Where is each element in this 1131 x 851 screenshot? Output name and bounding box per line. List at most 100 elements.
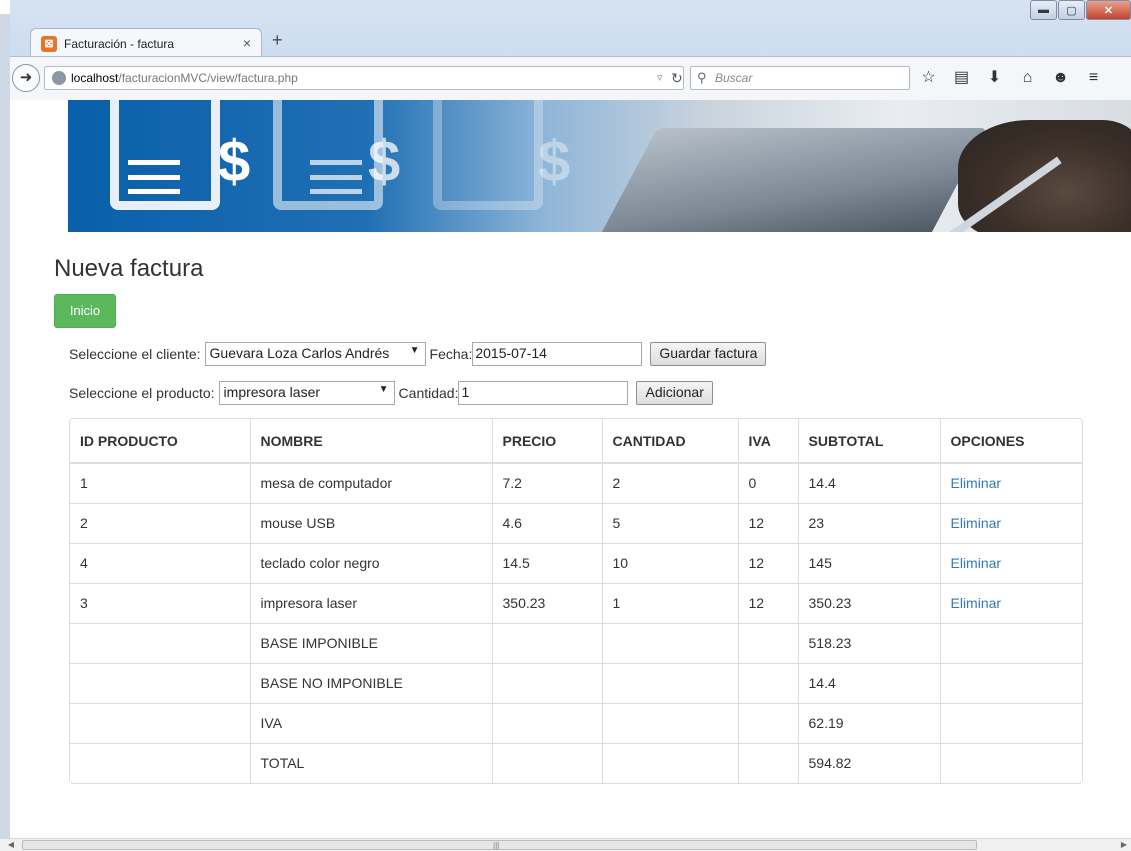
cell-opciones: Eliminar <box>940 462 1082 503</box>
cell-subtotal: 23 <box>798 502 941 543</box>
globe-icon <box>52 71 66 85</box>
tab-title: Facturación - factura <box>64 37 175 51</box>
scroll-right-icon[interactable]: ▶ <box>1117 839 1131 851</box>
cantidad-input[interactable]: 1 <box>458 381 629 405</box>
cell-opciones: Eliminar <box>940 542 1082 583</box>
empty-cell <box>940 622 1082 663</box>
home-icon[interactable]: ⌂ <box>1014 66 1041 90</box>
maximize-button[interactable]: ▢ <box>1058 0 1085 20</box>
download-icon[interactable]: ⬇ <box>981 66 1008 90</box>
producto-value: impresora laser <box>223 384 321 400</box>
cell-iva: 12 <box>738 502 799 543</box>
eliminar-link[interactable]: Eliminar <box>951 555 1002 571</box>
url-path: /facturacionMVC/view/factura.php <box>118 71 298 85</box>
producto-select[interactable]: impresora laser ▼ <box>218 381 395 405</box>
window-frame <box>0 14 10 838</box>
header-opciones: OPCIONES <box>940 419 1082 464</box>
cell-precio: 7.2 <box>492 462 603 503</box>
close-window-button[interactable]: ✕ <box>1086 0 1131 20</box>
chevron-down-icon: ▼ <box>378 384 389 395</box>
cantidad-label: Cantidad: <box>398 385 459 401</box>
reload-icon[interactable]: ↻ <box>671 70 683 87</box>
total-label: BASE NO IMPONIBLE <box>250 662 493 703</box>
url-bar[interactable]: localhost/facturacionMVC/view/factura.ph… <box>44 66 684 90</box>
reading-list-icon[interactable]: ▤ <box>948 66 975 90</box>
cell-subtotal: 350.23 <box>798 582 941 623</box>
invoice-table: ID PRODUCTO NOMBRE PRECIO CANTIDAD IVA S… <box>69 418 1083 784</box>
cell-id: 4 <box>70 542 251 583</box>
browser-tab[interactable]: ⊠ Facturación - factura × <box>30 28 262 58</box>
laptop-image <box>598 128 988 232</box>
minimize-button[interactable]: ▬ <box>1030 0 1057 20</box>
eliminar-link[interactable]: Eliminar <box>951 475 1002 491</box>
cell-opciones: Eliminar <box>940 582 1082 623</box>
window-controls: ▬ ▢ ✕ <box>1029 0 1131 22</box>
empty-cell <box>602 702 739 743</box>
table-row: 4 teclado color negro 14.5 10 12 145 Eli… <box>70 542 1082 583</box>
back-arrow-icon[interactable]: ➜ <box>12 64 40 92</box>
cell-id: 3 <box>70 582 251 623</box>
empty-cell <box>602 742 739 783</box>
producto-row: Seleccione el producto: impresora laser … <box>69 381 713 405</box>
close-tab-icon[interactable]: × <box>243 35 251 51</box>
horizontal-scrollbar[interactable]: ◀ ||| ▶ <box>0 838 1131 851</box>
guardar-factura-button[interactable]: Guardar factura <box>650 342 767 366</box>
empty-cell <box>492 702 603 743</box>
cliente-select[interactable]: Guevara Loza Carlos Andrés ▼ <box>204 342 426 366</box>
browser-chrome: ⊠ Facturación - factura × + ▬ ▢ ✕ ➜ loca… <box>10 0 1131 100</box>
cell-iva: 0 <box>738 462 799 503</box>
empty-cell <box>602 622 739 663</box>
table-row: 3 impresora laser 350.23 1 12 350.23 Eli… <box>70 582 1082 623</box>
cell-nombre: impresora laser <box>250 582 493 623</box>
new-tab-button[interactable]: + <box>272 30 283 51</box>
chat-icon[interactable]: ☻ <box>1047 66 1074 90</box>
scroll-left-icon[interactable]: ◀ <box>4 839 18 851</box>
scrollbar-thumb[interactable]: ||| <box>22 840 977 850</box>
cell-nombre: mesa de computador <box>250 462 493 503</box>
empty-cell <box>940 742 1082 783</box>
cell-id: 2 <box>70 502 251 543</box>
empty-cell <box>738 742 799 783</box>
chevron-down-icon: ▼ <box>409 345 420 356</box>
tab-strip: ⊠ Facturación - factura × + ▬ ▢ ✕ <box>10 0 1131 58</box>
search-icon: ⚲ <box>697 70 707 85</box>
inicio-button[interactable]: Inicio <box>54 294 116 328</box>
hamburger-menu-icon[interactable]: ≡ <box>1080 66 1107 90</box>
totals-row: TOTAL 594.82 <box>70 742 1082 783</box>
empty-cell <box>940 662 1082 703</box>
cell-cantidad: 10 <box>602 542 739 583</box>
cliente-value: Guevara Loza Carlos Andrés <box>209 345 390 361</box>
dollar-icon: $ <box>218 129 251 194</box>
dollar-icon: $ <box>368 129 401 194</box>
url-text: localhost/facturacionMVC/view/factura.ph… <box>71 71 298 85</box>
totals-row: BASE NO IMPONIBLE 14.4 <box>70 662 1082 703</box>
navigation-bar: ➜ localhost/facturacionMVC/view/factura.… <box>10 56 1131 100</box>
header-precio: PRECIO <box>492 419 603 464</box>
cell-nombre: mouse USB <box>250 502 493 543</box>
star-icon[interactable]: ☆ <box>915 66 942 90</box>
cell-iva: 12 <box>738 542 799 583</box>
cell-nombre: teclado color negro <box>250 542 493 583</box>
search-bar[interactable]: ⚲ Buscar <box>690 66 910 90</box>
url-dropdown-icon[interactable]: ▿ <box>657 71 663 84</box>
eliminar-link[interactable]: Eliminar <box>951 595 1002 611</box>
fecha-label: Fecha: <box>429 346 473 362</box>
url-host: localhost <box>71 71 119 85</box>
eliminar-link[interactable]: Eliminar <box>951 515 1002 531</box>
total-value: 14.4 <box>798 662 941 703</box>
total-label: TOTAL <box>250 742 493 783</box>
empty-cell <box>70 702 251 743</box>
total-value: 62.19 <box>798 702 941 743</box>
cell-cantidad: 2 <box>602 462 739 503</box>
search-placeholder: Buscar <box>715 71 753 85</box>
empty-cell <box>940 702 1082 743</box>
cell-cantidad: 1 <box>602 582 739 623</box>
page-viewport: $ $ $ Nueva factura Inicio Seleccione el… <box>10 100 1131 838</box>
header-iva: IVA <box>738 419 799 464</box>
cell-cantidad: 5 <box>602 502 739 543</box>
total-value: 594.82 <box>798 742 941 783</box>
fecha-input[interactable]: 2015-07-14 <box>472 342 643 366</box>
empty-cell <box>70 662 251 703</box>
adicionar-button[interactable]: Adicionar <box>636 381 713 405</box>
lines-icon <box>310 160 362 194</box>
